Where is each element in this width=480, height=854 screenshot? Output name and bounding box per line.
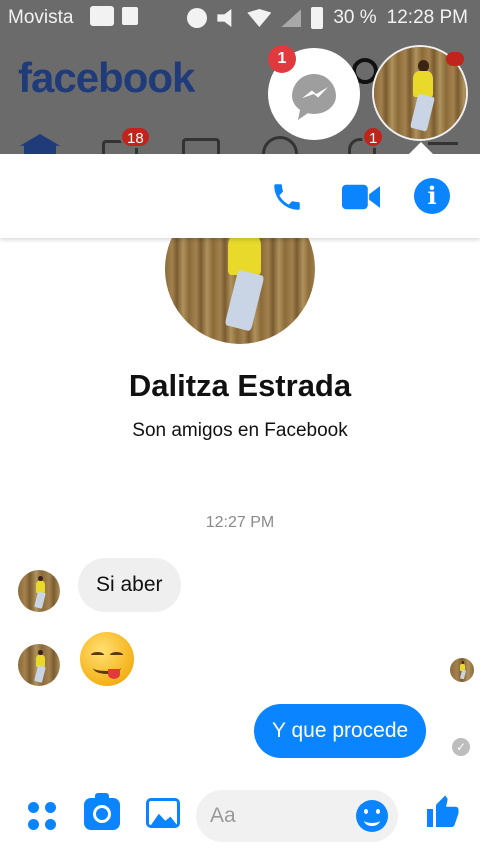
messenger-badge: 1 [268,45,296,73]
contact-head-badge [446,52,464,66]
battery-icon [311,7,324,29]
face-savoring-food-emoji[interactable] [80,632,134,686]
chat-panel: i Dalitza Estrada Son amigos en Facebook… [0,154,480,854]
emoji-icon[interactable] [356,800,388,832]
contact-name: Dalitza Estrada [128,368,352,403]
info-icon[interactable]: i [414,178,450,214]
relationship-status: Son amigos en Facebook [132,420,348,441]
signal-icon [281,9,302,27]
delivered-check-icon: ✓ [452,738,470,756]
carrier-label: Movista [8,7,74,28]
messenger-icon [292,74,336,114]
watch-badge: 18 [120,126,151,148]
mute-icon [217,9,232,27]
facebook-notification-icon [122,7,138,25]
gallery-icon[interactable] [146,798,180,828]
status-right: 30 % 12:28 PM [187,7,468,29]
message-notification-icon [90,6,114,26]
more-icon[interactable] [28,802,56,830]
camera-icon[interactable] [84,793,120,830]
like-icon[interactable] [424,794,460,830]
message-composer [0,784,480,854]
message-input[interactable] [210,790,350,842]
status-notification-icons [90,6,138,26]
chat-toolbar: i [0,154,480,238]
wifi-icon [247,9,272,27]
seen-avatar [450,658,474,682]
battery-level: 30 % [333,7,377,28]
phone-icon[interactable] [270,180,304,214]
facebook-logo: facebook [18,54,195,101]
avatar [18,644,60,686]
do-not-disturb-icon [187,8,208,28]
outgoing-message[interactable]: Y que procede [254,704,427,758]
incoming-message[interactable]: Si aber [78,558,181,612]
video-icon[interactable] [342,182,380,212]
status-bar: Movista 30 % 12:28 PM [0,0,480,36]
message-timestamp: 12:27 PM [205,514,275,531]
chat-head-pointer [409,142,433,154]
clock: 12:28 PM [386,7,468,28]
message-input-container [196,790,398,842]
avatar [18,570,60,612]
